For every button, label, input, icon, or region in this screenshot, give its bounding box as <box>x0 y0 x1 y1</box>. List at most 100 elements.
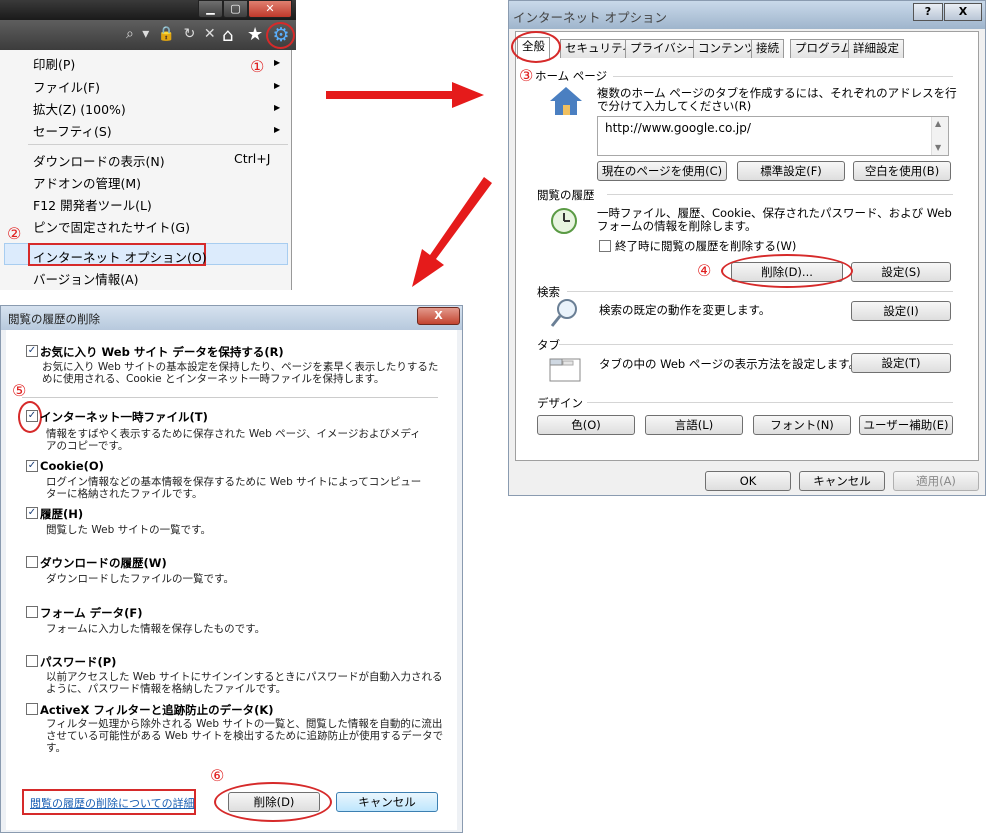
scroll-down-icon: ▼ <box>935 143 942 152</box>
group-divider <box>613 76 953 77</box>
colors-button[interactable]: 色(O) <box>537 415 635 435</box>
fonts-button[interactable]: フォント(N) <box>753 415 851 435</box>
checkbox-history[interactable]: ✓ <box>26 507 38 519</box>
use-blank-button[interactable]: 空白を使用(B) <box>853 161 951 181</box>
history-description: 一時ファイル、履歴、Cookie、保存されたパスワード、および Web フォーム… <box>597 206 952 233</box>
shortcut-label: Ctrl+J <box>234 151 271 166</box>
checkbox-activex-filter[interactable] <box>26 703 38 715</box>
apply-button[interactable]: 適用(A) <box>893 471 979 491</box>
option-desc-temp-files: 情報をすばやく表示するために保存された Web ページ、イメージおよびメディアの… <box>46 428 421 452</box>
option-title-cookies: Cookie(O) <box>40 459 104 473</box>
annotation-number-2: ② <box>7 224 22 243</box>
group-divider <box>567 291 953 292</box>
option-desc-activex-filter: フィルター処理から除外される Web サイトの一覧と、閲覧した情報を自動的に流出… <box>46 718 444 754</box>
option-title-activex-filter: ActiveX フィルターと追跡防止のデータ(K) <box>40 703 274 717</box>
option-desc-form-data: フォームに入力した情報を保存したものです。 <box>46 623 266 635</box>
delete-on-exit-label: 終了時に閲覧の履歴を削除する(W) <box>615 239 797 253</box>
tab-connections[interactable]: 接続 <box>751 39 784 58</box>
option-title-history: 履歴(H) <box>40 507 84 521</box>
group-divider <box>559 344 953 345</box>
menu-separator <box>28 144 288 145</box>
ok-button[interactable]: OK <box>705 471 791 491</box>
checkbox-passwords[interactable] <box>26 655 38 667</box>
help-button[interactable]: ? <box>913 3 943 21</box>
right-arrow-icon <box>326 82 484 108</box>
minimize-button[interactable]: ▁ <box>198 0 223 18</box>
home-icon <box>550 87 582 115</box>
delete-on-exit-checkbox[interactable] <box>599 240 611 252</box>
submenu-arrow-icon: ▶ <box>274 125 281 134</box>
annotation-circle-general-tab <box>511 31 561 63</box>
checkbox-download-history[interactable] <box>26 556 38 568</box>
option-desc-cookies: ログイン情報などの基本情報を保存するために Web サイトによってコンピューター… <box>46 476 422 500</box>
languages-button[interactable]: 言語(L) <box>645 415 743 435</box>
checkbox-preserve-favorites[interactable]: ✓ <box>26 345 38 357</box>
history-settings-button[interactable]: 設定(S) <box>851 262 951 282</box>
option-desc-preserve-favorites: お気に入り Web サイトの基本設定を保持したり、ページを素早く表示したりするた… <box>42 361 439 385</box>
details-link[interactable]: 閲覧の履歴の削除についての詳細 <box>30 795 195 811</box>
annotation-number-1: ① <box>250 57 265 76</box>
annotation-number-3: ③ <box>519 66 534 85</box>
option-title-form-data: フォーム データ(F) <box>40 606 143 620</box>
group-label-tabs: タブ <box>537 338 560 352</box>
menu-item-pinned-sites[interactable]: ピンで固定されたサイト(G) <box>33 217 190 236</box>
tabs-settings-button[interactable]: 設定(T) <box>851 353 951 373</box>
dialog-title: 閲覧の履歴の削除 <box>8 312 100 326</box>
menu-item-safety[interactable]: セーフティ(S) <box>33 121 112 140</box>
ie-tools-menu-panel: ▁ ▢ ✕ ⌕ ▾ 🔒 ↻ ✕ ⌂ ★ ⚙ 印刷(P) ▶ ファイル(F) ▶ … <box>0 0 296 290</box>
use-default-button[interactable]: 標準設定(F) <box>737 161 845 181</box>
accessibility-button[interactable]: ユーザー補助(E) <box>859 415 953 435</box>
menu-item-addons[interactable]: アドオンの管理(M) <box>33 173 141 192</box>
address-bar-icons[interactable]: ⌕ ▾ 🔒 ↻ ✕ <box>126 26 218 42</box>
close-button[interactable]: X <box>417 307 460 325</box>
annotation-circle-gear <box>266 22 295 49</box>
group-label-design: デザイン <box>537 396 583 410</box>
annotation-number-5: ⑤ <box>12 381 27 400</box>
annotation-number-4: ④ <box>697 261 712 280</box>
submenu-arrow-icon: ▶ <box>274 81 281 90</box>
group-divider <box>587 402 953 403</box>
close-button[interactable]: ✕ <box>248 0 292 18</box>
history-clock-icon <box>551 208 577 234</box>
group-label-home-page: ホーム ページ <box>535 69 608 83</box>
checkbox-form-data[interactable] <box>26 606 38 618</box>
maximize-button[interactable]: ▢ <box>223 0 248 18</box>
menu-item-internet-options[interactable]: インターネット オプション(O) <box>33 247 207 266</box>
menu-item-zoom[interactable]: 拡大(Z) (100%) <box>33 99 126 118</box>
close-button[interactable]: X <box>944 3 982 21</box>
cancel-button[interactable]: キャンセル <box>799 471 885 491</box>
tab-advanced[interactable]: 詳細設定 <box>848 39 904 58</box>
home-icon[interactable]: ⌂ <box>222 25 233 46</box>
search-settings-button[interactable]: 設定(I) <box>851 301 951 321</box>
home-page-description: 複数のホーム ページのタブを作成するには、それぞれのアドレスを行で分けて入力して… <box>597 86 957 113</box>
option-title-download-history: ダウンロードの履歴(W) <box>40 556 167 570</box>
search-icon <box>550 299 577 327</box>
option-desc-download-history: ダウンロードしたファイルの一覧です。 <box>46 573 234 585</box>
delete-button[interactable]: 削除(D) <box>228 792 320 812</box>
checkbox-cookies[interactable]: ✓ <box>26 460 38 472</box>
menu-item-devtools[interactable]: F12 開発者ツール(L) <box>33 195 152 214</box>
option-title-preserve-favorites: お気に入り Web サイト データを保持する(R) <box>40 345 284 359</box>
submenu-arrow-icon: ▶ <box>274 103 281 112</box>
home-page-url-value: http://www.google.co.jp/ <box>605 121 751 135</box>
scroll-up-icon: ▲ <box>935 119 942 128</box>
dialog-title: インターネット オプション <box>513 10 667 25</box>
group-label-history: 閲覧の履歴 <box>537 188 595 202</box>
use-current-button[interactable]: 現在のページを使用(C) <box>597 161 727 181</box>
menu-item-file[interactable]: ファイル(F) <box>33 77 100 96</box>
tabs-description: タブの中の Web ページの表示方法を設定します。 <box>599 357 861 371</box>
checkbox-temp-files[interactable]: ✓ <box>26 410 38 422</box>
tab-privacy[interactable]: プライバシー <box>625 39 704 58</box>
favorites-icon[interactable]: ★ <box>247 24 263 45</box>
options-separator <box>22 397 438 398</box>
menu-item-print[interactable]: 印刷(P) <box>33 54 75 73</box>
down-left-arrow-icon <box>412 177 492 287</box>
option-desc-passwords: 以前アクセスした Web サイトにサインインするときにパスワードが自動入力される… <box>46 671 443 695</box>
annotation-number-6: ⑥ <box>210 766 225 785</box>
submenu-arrow-icon: ▶ <box>274 58 281 67</box>
menu-item-about[interactable]: バージョン情報(A) <box>33 269 139 288</box>
internet-options-dialog: インターネット オプション ? X 全般 セキュリティ プライバシー コンテンツ… <box>508 0 986 496</box>
menu-item-downloads[interactable]: ダウンロードの表示(N) <box>33 151 165 170</box>
cancel-button[interactable]: キャンセル <box>336 792 438 812</box>
annotation-circle-delete <box>721 254 853 288</box>
